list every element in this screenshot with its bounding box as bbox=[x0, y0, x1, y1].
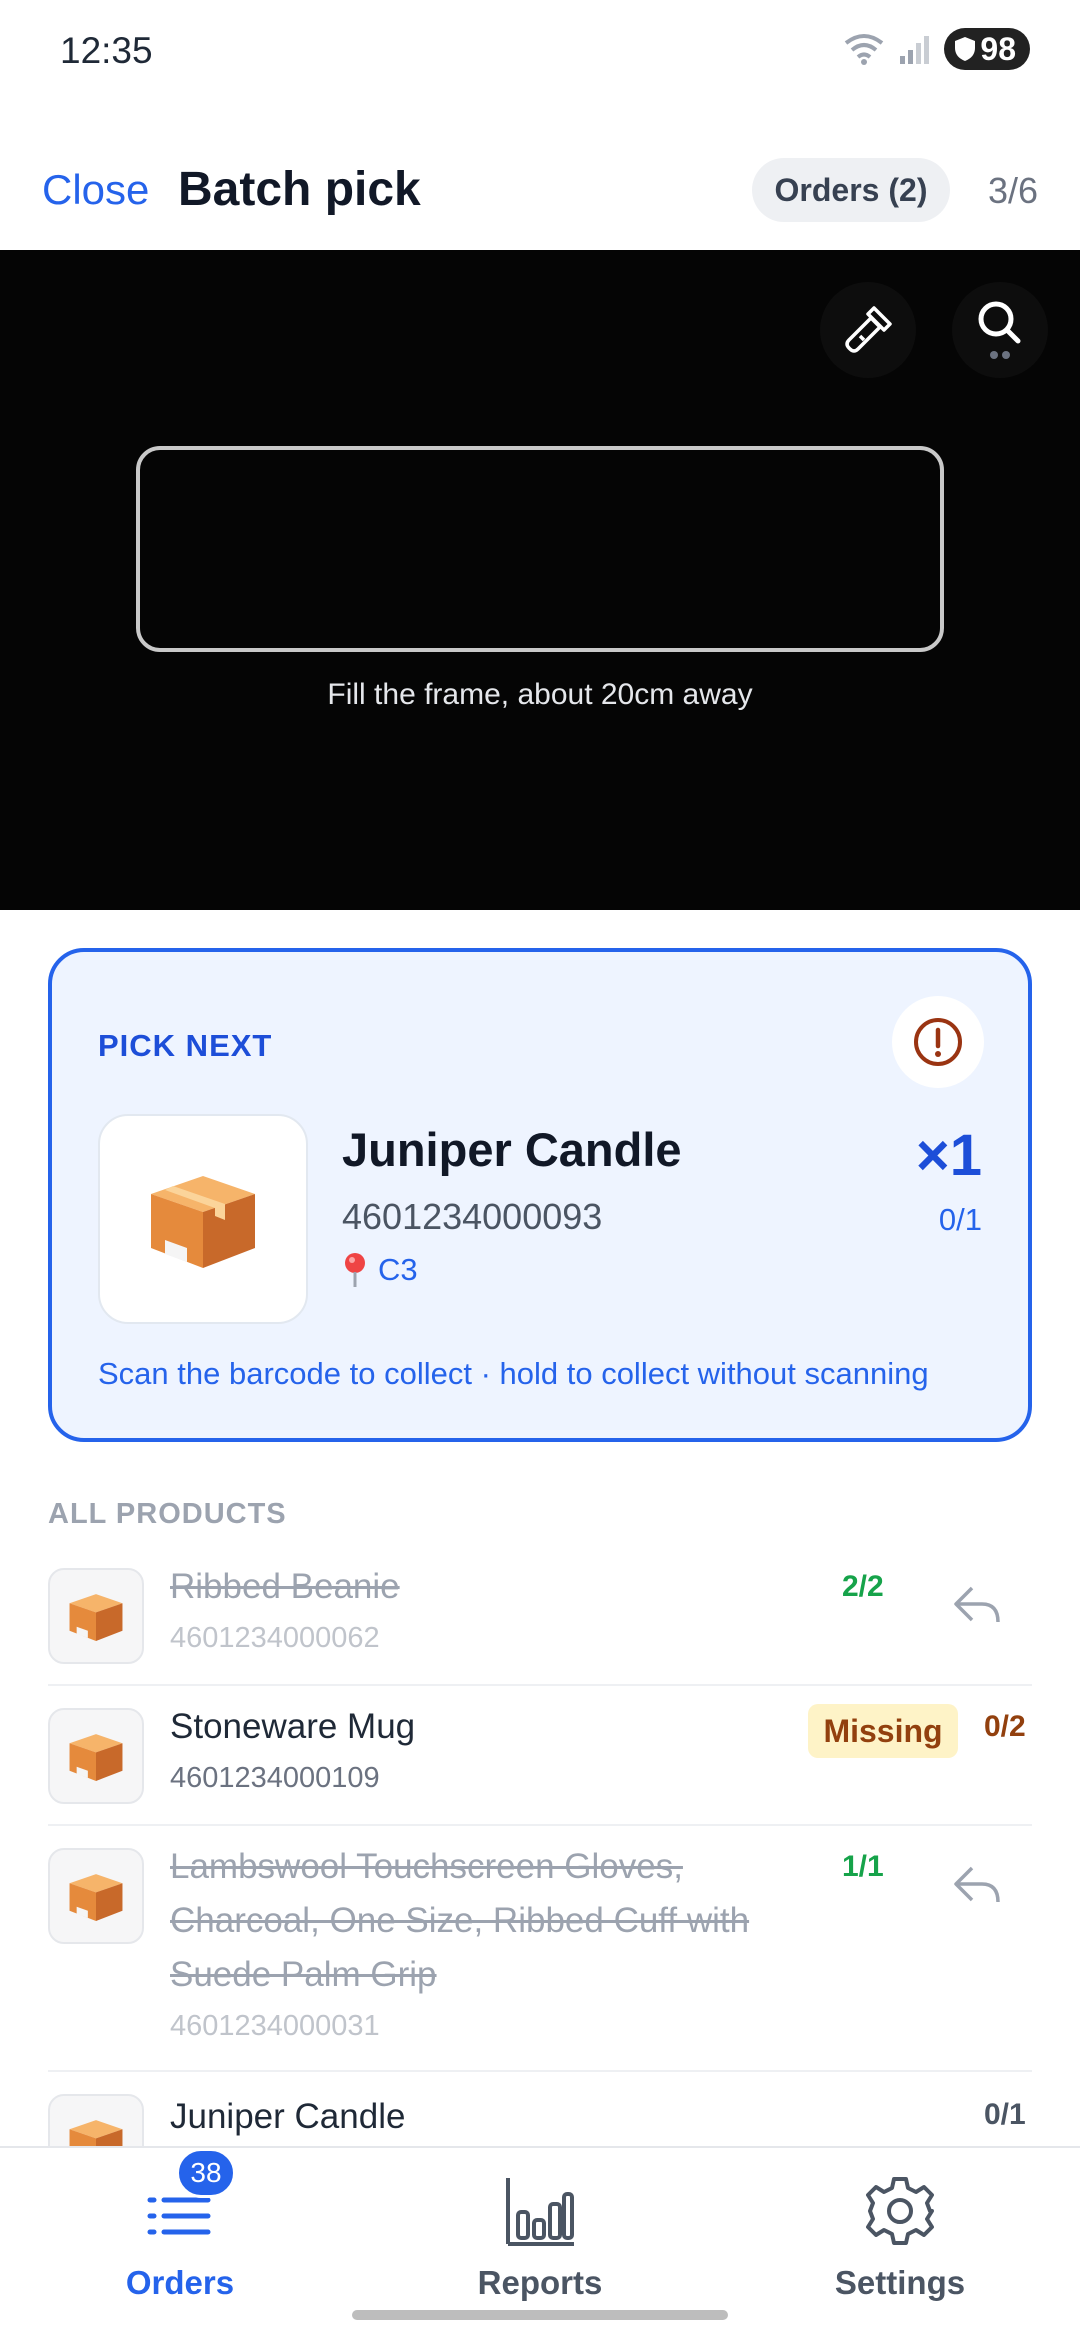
pick-product-name: Juniper Candle bbox=[342, 1123, 682, 1176]
all-products-label: ALL PRODUCTS bbox=[48, 1498, 287, 1530]
product-image bbox=[98, 1114, 308, 1324]
product-thumbnail bbox=[48, 1568, 144, 1664]
package-icon bbox=[69, 1594, 123, 1641]
nav-settings-icon-wrap bbox=[720, 2174, 1080, 2248]
divider bbox=[48, 2070, 1032, 2072]
package-icon bbox=[69, 1874, 123, 1921]
nav-settings-label: Settings bbox=[834, 2264, 966, 2301]
product-name: Ribbed Beanie bbox=[170, 1567, 400, 1606]
orders-count-badge: 38 bbox=[176, 2148, 236, 2198]
product-thumbnail bbox=[48, 2094, 144, 2146]
pick-quantity: ×1 bbox=[915, 1123, 982, 1188]
signal-icon bbox=[900, 36, 930, 64]
flashlight-button[interactable] bbox=[820, 282, 916, 378]
product-name-line: Lambswool Touchscreen Gloves, bbox=[170, 1847, 683, 1886]
scan-hint: Fill the frame, about 20cm away bbox=[327, 678, 753, 711]
missing-badge: Missing bbox=[808, 1704, 958, 1758]
product-name-line: Suede Palm Grip bbox=[170, 1955, 437, 1994]
pick-product-barcode: 4601234000093 bbox=[342, 1196, 603, 1237]
camera-viewfinder[interactable]: Fill the frame, about 20cm away bbox=[0, 250, 1080, 910]
pick-location: C3 bbox=[342, 1252, 418, 1288]
battery-level: 98 bbox=[980, 30, 1016, 67]
product-count: 0/1 bbox=[984, 2098, 1026, 2131]
orders-button[interactable]: Orders (2) bbox=[752, 158, 950, 222]
product-count: 0/2 bbox=[984, 1710, 1026, 1743]
status-icons: 98 bbox=[842, 28, 1030, 70]
pick-instruction: Scan the barcode to collect · hold to co… bbox=[98, 1356, 929, 1391]
package-icon bbox=[151, 1176, 255, 1268]
shield-icon bbox=[955, 37, 976, 61]
battery-indicator: 98 bbox=[944, 28, 1030, 70]
nav-settings[interactable]: Settings bbox=[720, 2148, 1080, 2318]
search-button[interactable] bbox=[952, 282, 1048, 378]
pick-next-card[interactable]: PICK NEXT Juniper Candle 4601234000093 C… bbox=[48, 948, 1032, 1442]
divider bbox=[48, 1824, 1032, 1826]
header: Close Batch pick Orders (2) 3/6 bbox=[0, 140, 1080, 250]
package-icon bbox=[69, 2120, 123, 2146]
product-row[interactable]: Juniper Candle 0/1 bbox=[48, 2092, 1032, 2146]
status-time: 12:35 bbox=[60, 30, 153, 71]
flashlight-icon bbox=[845, 306, 892, 353]
report-issue-button[interactable] bbox=[892, 996, 984, 1088]
pick-progress-counter: 3/6 bbox=[987, 170, 1038, 211]
bar-chart-icon bbox=[506, 2178, 574, 2246]
product-name: Stoneware Mug bbox=[170, 1707, 416, 1746]
product-name: Juniper Candle bbox=[170, 2097, 406, 2136]
product-row[interactable]: Ribbed Beanie 4601234000062 2/2 bbox=[48, 1566, 1032, 1666]
product-count: 1/1 bbox=[842, 1850, 884, 1883]
page-title: Batch pick bbox=[178, 163, 421, 216]
search-icon bbox=[978, 301, 1021, 359]
product-name-line: Charcoal, One Size, Ribbed Cuff with bbox=[170, 1901, 750, 1940]
home-indicator[interactable] bbox=[352, 2310, 728, 2320]
nav-reports-icon-wrap bbox=[360, 2174, 720, 2250]
product-count: 2/2 bbox=[842, 1570, 884, 1603]
undo-icon[interactable] bbox=[952, 1584, 1002, 1628]
nav-reports[interactable]: Reports bbox=[360, 2148, 720, 2318]
alert-circle-icon bbox=[914, 1018, 962, 1066]
pick-collected-count: 0/1 bbox=[938, 1202, 982, 1237]
scan-frame bbox=[136, 446, 944, 652]
close-button[interactable]: Close bbox=[42, 166, 149, 214]
product-barcode: 4601234000062 bbox=[170, 1622, 380, 1654]
product-thumbnail bbox=[48, 1708, 144, 1804]
status-bar: 12:35 98 bbox=[0, 0, 1080, 105]
undo-icon[interactable] bbox=[952, 1864, 1002, 1908]
package-icon bbox=[69, 1734, 123, 1781]
pick-location-code: C3 bbox=[378, 1252, 418, 1287]
gear-icon bbox=[866, 2177, 934, 2245]
nav-orders-label: Orders bbox=[125, 2264, 235, 2301]
divider bbox=[48, 1684, 1032, 1686]
product-row[interactable]: Stoneware Mug 4601234000109 Missing 0/2 bbox=[48, 1704, 1032, 1806]
product-barcode: 4601234000031 bbox=[170, 2010, 380, 2042]
product-row[interactable]: Lambswool Touchscreen Gloves, Charcoal, … bbox=[48, 1846, 1032, 2046]
pick-next-label: PICK NEXT bbox=[98, 1028, 273, 1063]
nav-orders[interactable]: 38 Orders bbox=[0, 2148, 360, 2318]
pin-icon bbox=[345, 1253, 365, 1287]
nav-reports-label: Reports bbox=[477, 2264, 603, 2301]
wifi-icon bbox=[845, 34, 884, 65]
product-barcode: 4601234000109 bbox=[170, 1762, 380, 1794]
product-thumbnail bbox=[48, 1848, 144, 1944]
